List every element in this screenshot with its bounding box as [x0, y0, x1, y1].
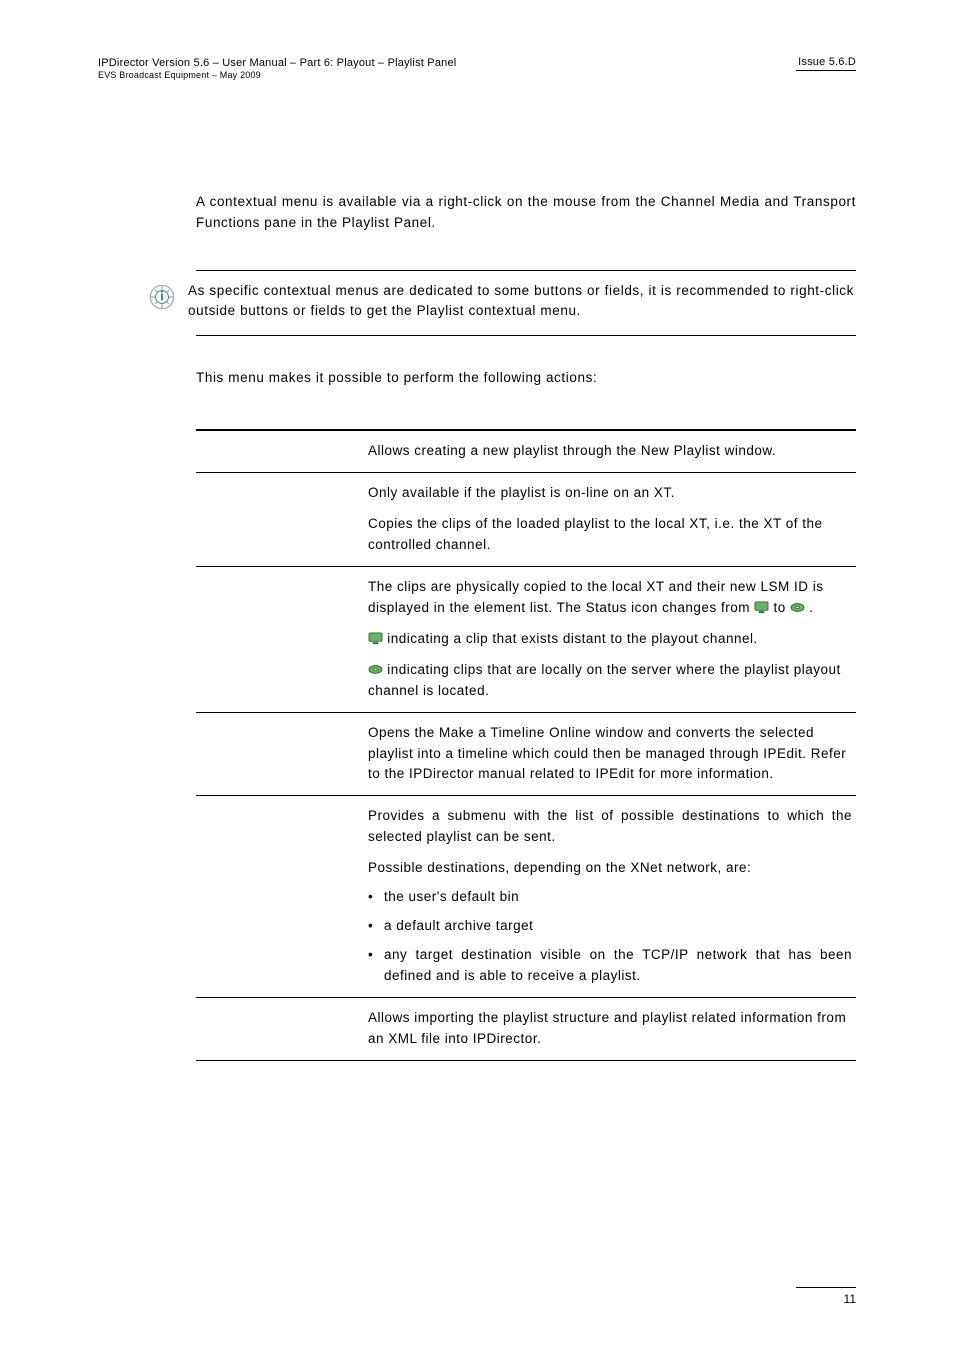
monitor-icon	[754, 601, 769, 614]
cell-text: Allows importing the playlist structure …	[368, 1008, 852, 1050]
page-footer: 11	[796, 1287, 856, 1306]
list-item: any target destination visible on the TC…	[368, 945, 852, 987]
cell-text: Copies the clips of the loaded playlist …	[368, 514, 852, 556]
header-left: IPDirector Version 5.6 – User Manual – P…	[98, 56, 456, 82]
cell-text: Possible destinations, depending on the …	[368, 858, 852, 879]
cell-text: Provides a submenu with the list of poss…	[368, 806, 852, 848]
table-row: Only available if the playlist is on-lin…	[196, 473, 856, 567]
list-item: a default archive target	[368, 916, 852, 937]
bullet-list: the user's default bin a default archive…	[368, 887, 852, 987]
table-row: Allows creating a new playlist through t…	[196, 430, 856, 472]
intro-paragraph: A contextual menu is available via a rig…	[196, 192, 856, 234]
page-header: IPDirector Version 5.6 – User Manual – P…	[98, 56, 856, 82]
cell-text: Only available if the playlist is on-lin…	[368, 483, 852, 504]
table-row: Provides a submenu with the list of poss…	[196, 796, 856, 997]
header-left-sub: EVS Broadcast Equipment – May 2009	[98, 70, 456, 82]
note-text: As specific contextual menus are dedicat…	[188, 281, 856, 322]
footer-rule	[796, 1287, 856, 1288]
table-row: The clips are physically copied to the l…	[196, 567, 856, 713]
cell-text: indicating a clip that exists distant to…	[368, 629, 852, 650]
text-segment: indicating clips that are locally on the…	[368, 662, 841, 698]
table-row: Allows importing the playlist structure …	[196, 997, 856, 1060]
text-segment: .	[809, 600, 813, 615]
issue-label: Issue 5.6.D	[798, 56, 856, 68]
cell-text: indicating clips that are locally on the…	[368, 660, 852, 702]
header-right-rule	[796, 70, 856, 71]
disc-icon	[790, 601, 805, 614]
text-segment: indicating a clip that exists distant to…	[387, 631, 757, 646]
header-right: Issue 5.6.D	[798, 56, 856, 82]
table-row: Opens the Make a Timeline Online window …	[196, 712, 856, 796]
note-bottom-rule	[196, 335, 856, 336]
note-block: As specific contextual menus are dedicat…	[196, 270, 856, 337]
cell-text: The clips are physically copied to the l…	[368, 577, 852, 619]
list-item: the user's default bin	[368, 887, 852, 908]
info-icon	[148, 281, 188, 316]
cell-text: Opens the Make a Timeline Online window …	[368, 723, 852, 786]
lead-in-paragraph: This menu makes it possible to perform t…	[196, 370, 856, 385]
text-segment: to	[773, 600, 790, 615]
page-number: 11	[844, 1292, 856, 1306]
actions-table: Allows creating a new playlist through t…	[196, 429, 856, 1060]
cell-text: Allows creating a new playlist through t…	[368, 441, 852, 462]
disc-icon	[368, 663, 383, 676]
monitor-icon	[368, 632, 383, 645]
header-left-top: IPDirector Version 5.6 – User Manual – P…	[98, 56, 456, 70]
